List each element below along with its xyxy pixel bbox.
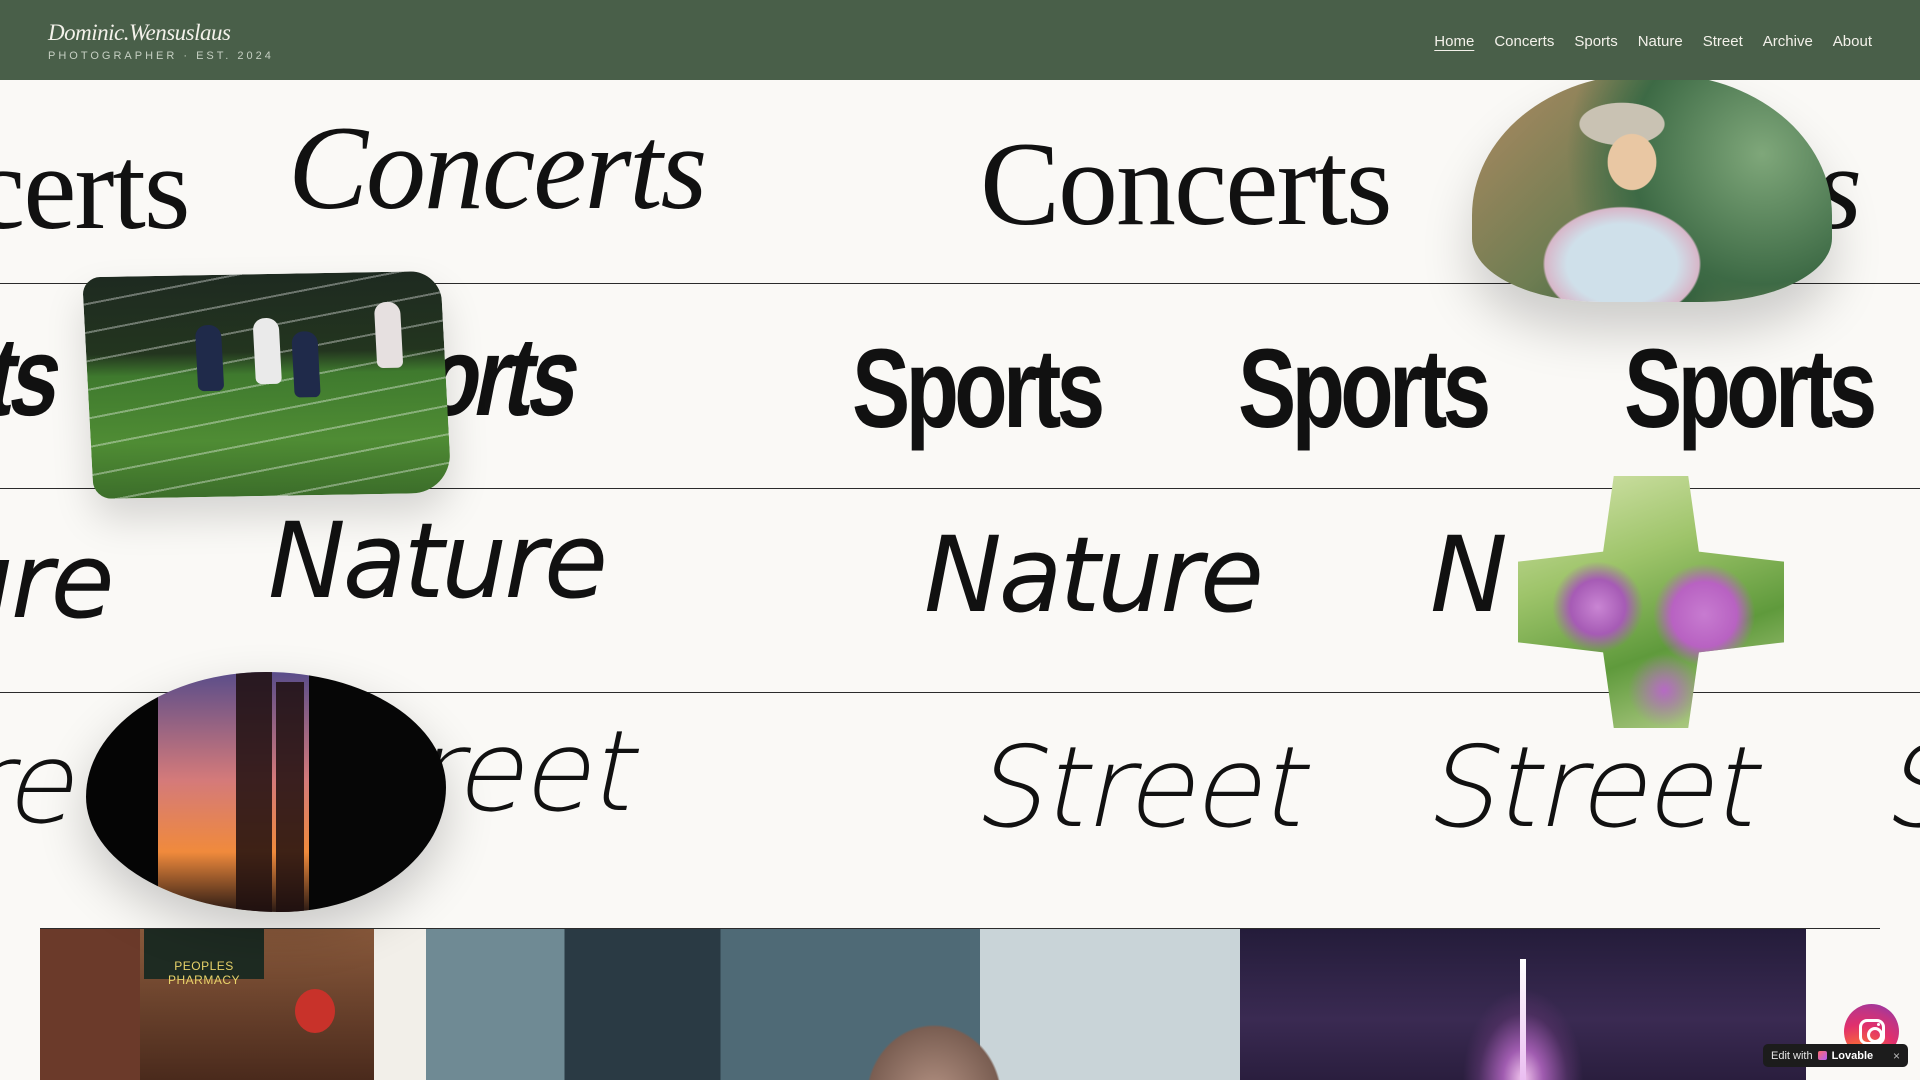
site-header: Dominic.Wensuslaus PHOTOGRAPHER · EST. 2…: [0, 0, 1920, 80]
nav-sports[interactable]: Sports: [1574, 32, 1617, 52]
nav-home[interactable]: Home: [1434, 32, 1474, 52]
gallery-tile-street-portrait[interactable]: [374, 929, 1240, 1080]
marquee-word: Sports: [852, 326, 1105, 451]
nav-nature[interactable]: Nature: [1638, 32, 1683, 52]
marquee-word: Nature: [924, 514, 1264, 636]
lovable-prefix: Edit with: [1771, 1049, 1813, 1062]
player-figure: [252, 317, 282, 385]
marquee-word: Sports: [1238, 326, 1491, 451]
building-silhouette: [236, 672, 272, 912]
tower-spire: [1520, 959, 1526, 1080]
marquee-word: re: [0, 719, 93, 849]
player-figure: [291, 331, 321, 398]
lovable-heart-icon: [1817, 1051, 1827, 1060]
gallery-tile-street-pharmacy[interactable]: PEOPLES PHARMACY: [40, 929, 374, 1080]
marquee-word: ure: [0, 520, 115, 642]
street-photo[interactable]: [86, 672, 446, 912]
marquee-word: rts: [0, 314, 69, 439]
nav-about[interactable]: About: [1833, 32, 1872, 52]
lovable-brand: Lovable: [1831, 1049, 1874, 1062]
marquee-word: S: [1876, 723, 1920, 853]
nav-concerts[interactable]: Concerts: [1494, 32, 1554, 52]
marquee-word: Concerts: [980, 117, 1393, 250]
marquee-word: Street: [1418, 723, 1775, 853]
marquee-word: Street: [966, 723, 1323, 853]
nav-street[interactable]: Street: [1703, 32, 1743, 52]
pharmacy-sign: PEOPLES PHARMACY: [144, 929, 264, 987]
player-figure: [194, 324, 225, 392]
nav-archive[interactable]: Archive: [1763, 32, 1813, 52]
brand-tagline: PHOTOGRAPHER · EST. 2024: [48, 50, 274, 62]
instagram-icon: [1858, 1018, 1885, 1045]
marquee-word: Sports: [1624, 326, 1877, 451]
lovable-badge[interactable]: Edit with Lovable ×: [1763, 1044, 1908, 1067]
brand-name[interactable]: Dominic.Wensuslaus: [48, 20, 274, 46]
marquee-word: Nature: [268, 500, 608, 622]
marquee-word: N: [1430, 514, 1508, 636]
gallery-tile-night-tower[interactable]: [1240, 929, 1806, 1080]
marquee-word: Concerts: [288, 101, 707, 234]
main-nav: Home Concerts Sports Nature Street Archi…: [1434, 32, 1872, 52]
lantern: [295, 989, 335, 1033]
brand[interactable]: Dominic.Wensuslaus PHOTOGRAPHER · EST. 2…: [48, 20, 274, 62]
marquee-word: certs: [0, 121, 191, 254]
sports-photo[interactable]: [82, 271, 452, 499]
player-figure: [373, 301, 404, 369]
building-silhouette: [276, 682, 304, 912]
close-icon[interactable]: ×: [1893, 1049, 1900, 1063]
